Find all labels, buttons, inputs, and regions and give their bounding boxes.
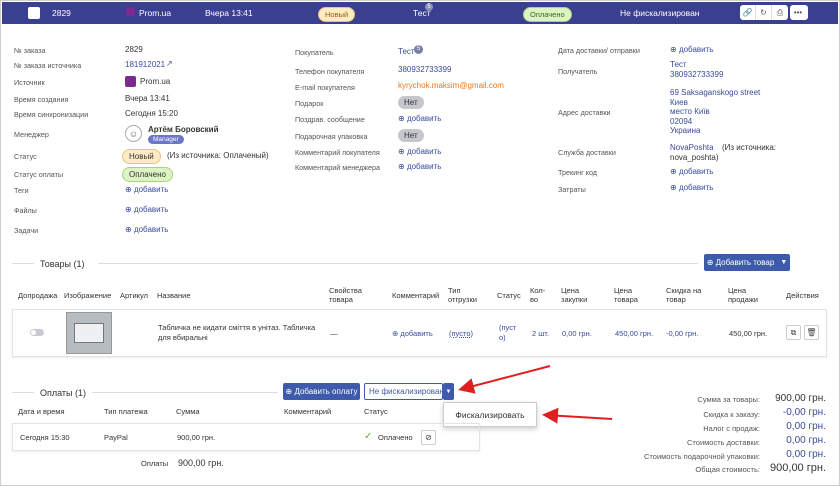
annotation-arrows xyxy=(458,365,613,424)
arrow-to-fiscalize-item xyxy=(542,407,613,424)
arrow-to-fiscal-toggle xyxy=(458,365,551,394)
